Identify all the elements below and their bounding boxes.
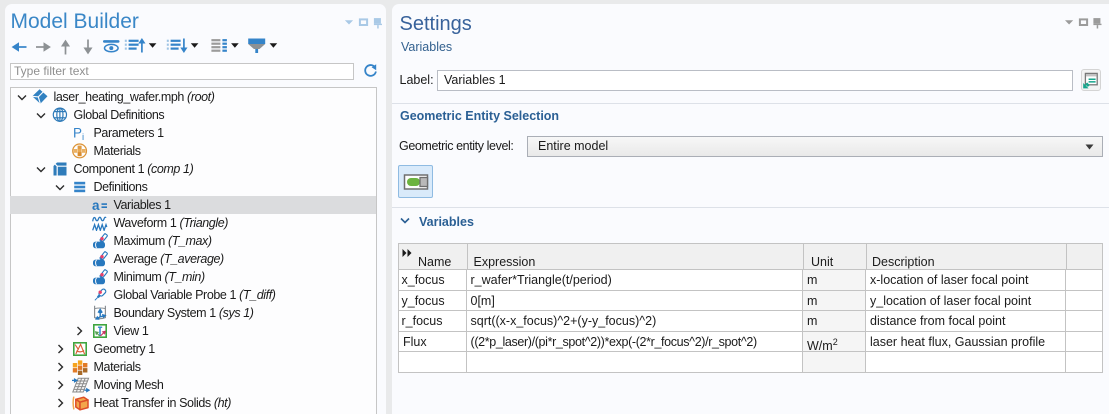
svg-text:i: i [82,132,84,141]
svg-text:a: a [92,198,100,213]
svg-text:P: P [73,126,82,141]
